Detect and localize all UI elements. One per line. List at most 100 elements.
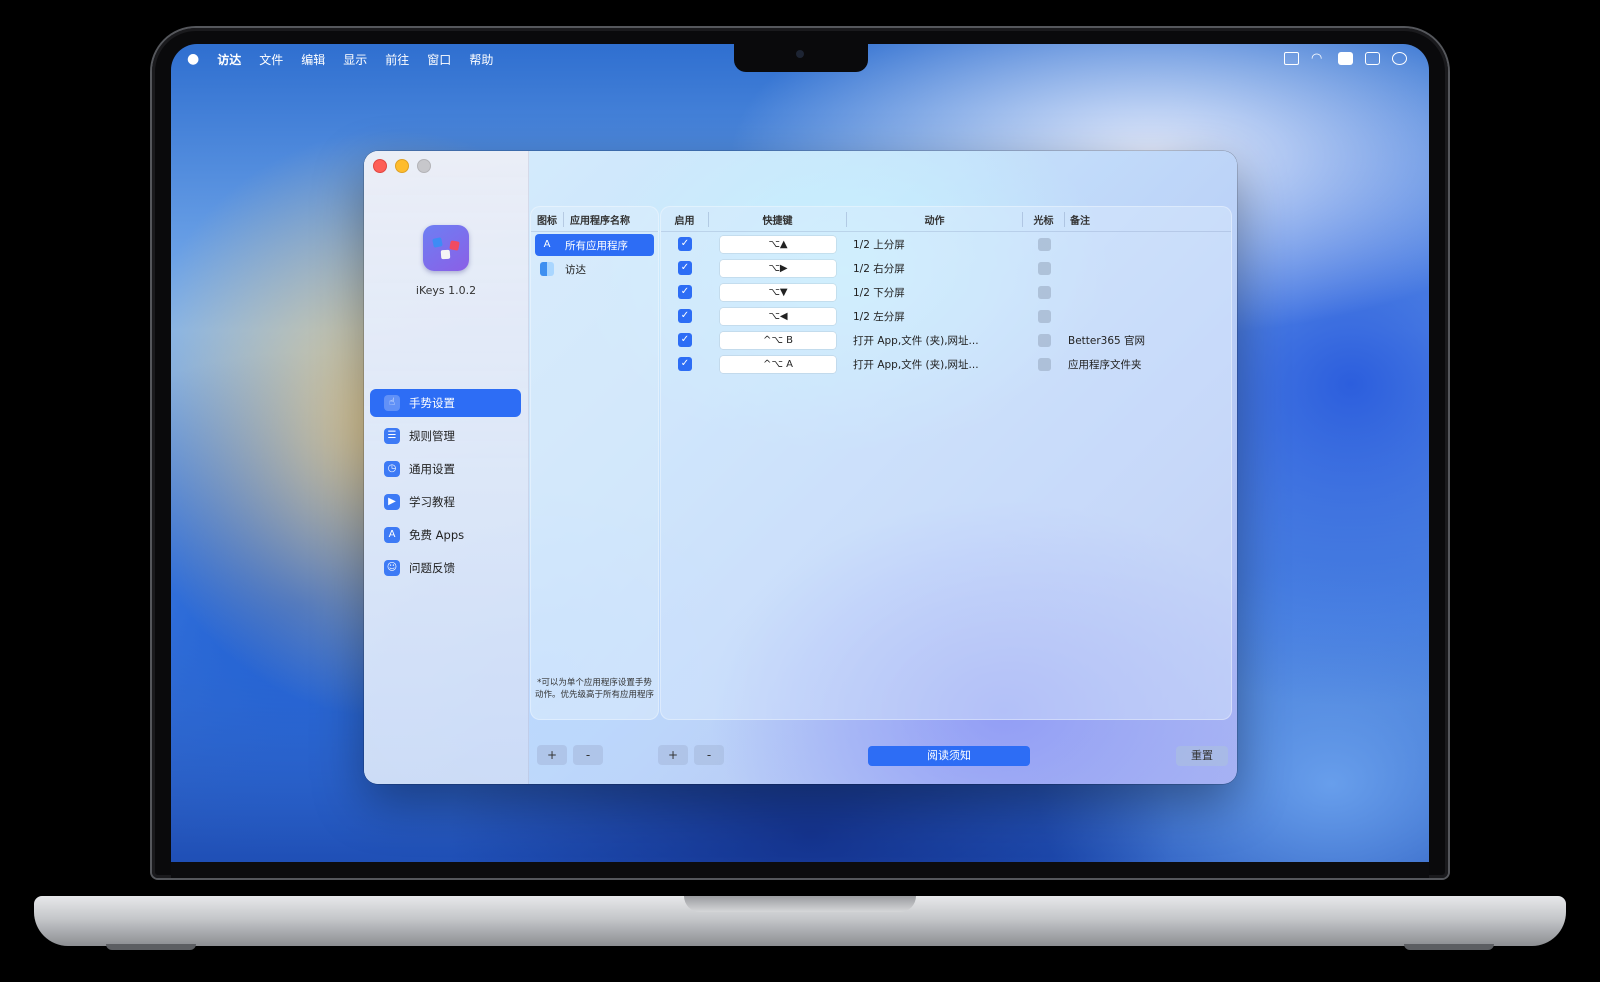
shortcuts-panel: 启用 快捷键 动作 光标 备注 ✓ ⌥▲ 1/2 上分屏 ✓ ⌥▶ 1/2 右分… (660, 206, 1232, 720)
wifi-icon[interactable]: ◠ (1311, 52, 1326, 65)
action-cell[interactable]: 1/2 左分屏 (847, 309, 1023, 324)
remove-shortcut-button[interactable]: - (694, 745, 724, 765)
sidebar-item-label: 免费 Apps (409, 528, 465, 542)
apple-menu-icon[interactable]: ● (187, 51, 199, 67)
table-row: ✓ ⌥▶ 1/2 右分屏 (661, 256, 1231, 280)
action-cell[interactable]: 1/2 右分屏 (847, 261, 1023, 276)
cursor-checkbox[interactable] (1037, 261, 1051, 275)
sidebar-item-label: 问题反馈 (409, 561, 455, 575)
sidebar-item-free-apps[interactable]: A 免费 Apps (370, 521, 521, 549)
column-header-note[interactable]: 备注 (1065, 212, 1231, 227)
app-row-label: 访达 (565, 263, 586, 276)
menu-item-go[interactable]: 前往 (385, 51, 409, 68)
ikeys-window: iKeys 1.0.2 ☝ 手势设置 ☰ 规则管理 ◷ 通用设置 ▶ 学习教程 … (364, 151, 1237, 784)
menu-item-edit[interactable]: 编辑 (301, 51, 325, 68)
enabled-checkbox[interactable]: ✓ (678, 285, 692, 299)
sidebar-item-tutorials[interactable]: ▶ 学习教程 (370, 488, 521, 516)
play-icon: ▶ (384, 494, 400, 510)
sidebar-item-gestures[interactable]: ☝ 手势设置 (370, 389, 521, 417)
enabled-checkbox[interactable]: ✓ (678, 237, 692, 251)
add-app-button[interactable]: + (537, 745, 567, 765)
apps-panel: 图标 应用程序名称 A 所有应用程序 访达 *可以为单个应用程序设置手势动作。优… (530, 206, 659, 720)
list-icon: ☰ (384, 428, 400, 444)
apps-table-header: 图标 应用程序名称 (531, 207, 658, 232)
sidebar-item-feedback[interactable]: ☺ 问题反馈 (370, 554, 521, 582)
menu-item-finder[interactable]: 访达 (217, 51, 241, 68)
clock-icon: ◷ (384, 461, 400, 477)
minimize-button[interactable] (395, 159, 409, 173)
shortcut-field[interactable]: ⌥▶ (720, 259, 836, 277)
zoom-button[interactable] (417, 159, 431, 173)
laptop-foot (106, 944, 196, 950)
sidebar-item-rules[interactable]: ☰ 规则管理 (370, 422, 521, 450)
camera (796, 50, 804, 58)
sidebar-item-label: 规则管理 (409, 429, 455, 443)
action-cell[interactable]: 1/2 上分屏 (847, 237, 1023, 252)
menu-item-view[interactable]: 显示 (343, 51, 367, 68)
table-row: ✓ ⌥▼ 1/2 下分屏 (661, 280, 1231, 304)
activity-icon[interactable] (1338, 52, 1353, 65)
cursor-checkbox[interactable] (1037, 333, 1051, 347)
control-center-icon[interactable] (1365, 52, 1380, 65)
app-row-finder[interactable]: 访达 (535, 258, 654, 280)
remove-app-button[interactable]: - (573, 745, 603, 765)
table-row: ✓ ⌥▲ 1/2 上分屏 (661, 232, 1231, 256)
shortcut-field[interactable]: ⌥◀ (720, 307, 836, 325)
column-header-icon[interactable]: 图标 (531, 211, 564, 227)
column-header-cursor[interactable]: 光标 (1023, 211, 1065, 227)
cursor-checkbox[interactable] (1037, 237, 1051, 251)
menu-item-file[interactable]: 文件 (259, 51, 283, 68)
column-header-enabled[interactable]: 启用 (661, 211, 709, 227)
appstore-icon: A (384, 527, 400, 543)
window-icon[interactable] (1284, 52, 1299, 65)
people-icon: ☺ (384, 560, 400, 576)
appstore-icon: A (543, 239, 551, 250)
sidebar-item-label: 手势设置 (409, 396, 455, 410)
add-shortcut-button[interactable]: + (658, 745, 688, 765)
laptop-foot (1404, 944, 1494, 950)
finder-icon (540, 262, 554, 276)
ikeys-app-icon (423, 225, 469, 271)
close-button[interactable] (373, 159, 387, 173)
clock-icon[interactable] (1392, 52, 1407, 65)
reset-button[interactable]: 重置 (1176, 746, 1228, 766)
column-header-app-name[interactable]: 应用程序名称 (564, 212, 630, 227)
enabled-checkbox[interactable]: ✓ (678, 333, 692, 347)
shortcut-field[interactable]: ⌥▲ (720, 235, 836, 253)
action-cell[interactable]: 打开 App,文件 (夹),网址... (847, 333, 1023, 348)
shortcut-field[interactable]: ^⌥ A (720, 355, 836, 373)
apps-note: *可以为单个应用程序设置手势动作。优先级高于所有应用程序 (534, 678, 654, 700)
app-version: iKeys 1.0.2 (415, 284, 477, 297)
enabled-checkbox[interactable]: ✓ (678, 309, 692, 323)
action-cell[interactable]: 打开 App,文件 (夹),网址... (847, 357, 1023, 372)
sidebar-item-general[interactable]: ◷ 通用设置 (370, 455, 521, 483)
sidebar-item-label: 学习教程 (409, 495, 455, 509)
cursor-checkbox[interactable] (1037, 357, 1051, 371)
status-tray: ◠ (1284, 52, 1407, 65)
note-cell[interactable]: Better365 官网 (1065, 333, 1231, 348)
app-row-label: 所有应用程序 (565, 239, 628, 252)
base-notch (684, 896, 916, 912)
table-row: ✓ ^⌥ A 打开 App,文件 (夹),网址... 应用程序文件夹 (661, 352, 1231, 376)
enabled-checkbox[interactable]: ✓ (678, 261, 692, 275)
menu-item-window[interactable]: 窗口 (427, 51, 451, 68)
cursor-checkbox[interactable] (1037, 285, 1051, 299)
table-row: ✓ ⌥◀ 1/2 左分屏 (661, 304, 1231, 328)
read-notice-button[interactable]: 阅读须知 (868, 746, 1030, 766)
menu-item-help[interactable]: 帮助 (469, 51, 493, 68)
table-row: ✓ ^⌥ B 打开 App,文件 (夹),网址... Better365 官网 (661, 328, 1231, 352)
laptop-base (34, 896, 1566, 946)
app-row-all-apps[interactable]: A 所有应用程序 (535, 234, 654, 256)
shortcut-field[interactable]: ⌥▼ (720, 283, 836, 301)
note-cell[interactable]: 应用程序文件夹 (1065, 357, 1231, 372)
sidebar-item-label: 通用设置 (409, 462, 455, 476)
enabled-checkbox[interactable]: ✓ (678, 357, 692, 371)
shortcuts-table-header: 启用 快捷键 动作 光标 备注 (661, 207, 1231, 232)
shortcut-field[interactable]: ^⌥ B (720, 331, 836, 349)
cursor-checkbox[interactable] (1037, 309, 1051, 323)
window-controls (373, 159, 431, 173)
column-header-shortcut[interactable]: 快捷键 (709, 211, 847, 227)
action-cell[interactable]: 1/2 下分屏 (847, 285, 1023, 300)
column-header-action[interactable]: 动作 (847, 211, 1023, 227)
laptop-chin (171, 862, 1429, 878)
